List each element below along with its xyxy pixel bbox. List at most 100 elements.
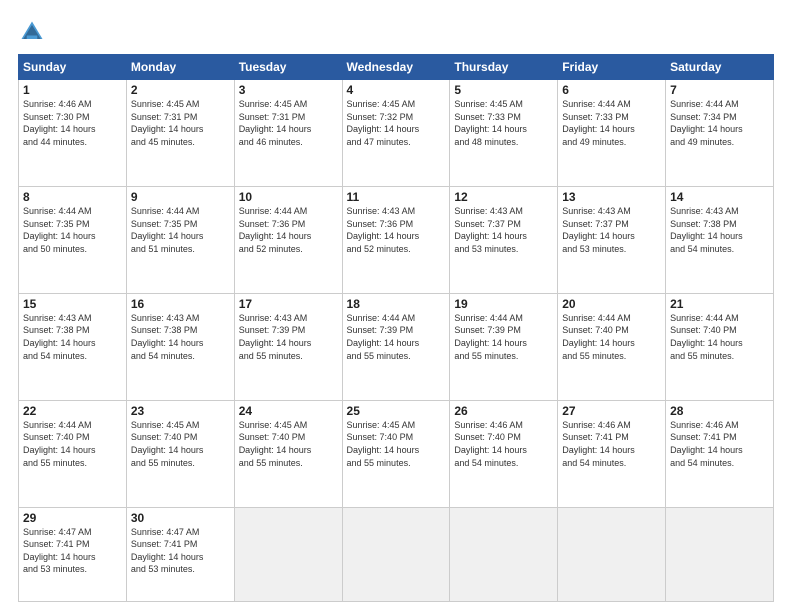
day-number: 17 (239, 297, 338, 311)
day-header: Saturday (666, 55, 774, 80)
day-header: Wednesday (342, 55, 450, 80)
day-cell: 6Sunrise: 4:44 AM Sunset: 7:33 PM Daylig… (558, 80, 666, 187)
day-cell: 4Sunrise: 4:45 AM Sunset: 7:32 PM Daylig… (342, 80, 450, 187)
day-info: Sunrise: 4:44 AM Sunset: 7:39 PM Dayligh… (454, 312, 553, 362)
day-number: 28 (670, 404, 769, 418)
day-number: 13 (562, 190, 661, 204)
header (18, 18, 774, 46)
day-info: Sunrise: 4:44 AM Sunset: 7:35 PM Dayligh… (23, 205, 122, 255)
day-info: Sunrise: 4:43 AM Sunset: 7:37 PM Dayligh… (562, 205, 661, 255)
day-cell: 23Sunrise: 4:45 AM Sunset: 7:40 PM Dayli… (126, 400, 234, 507)
day-number: 12 (454, 190, 553, 204)
day-number: 9 (131, 190, 230, 204)
day-cell: 1Sunrise: 4:46 AM Sunset: 7:30 PM Daylig… (19, 80, 127, 187)
day-info: Sunrise: 4:43 AM Sunset: 7:38 PM Dayligh… (131, 312, 230, 362)
day-info: Sunrise: 4:46 AM Sunset: 7:30 PM Dayligh… (23, 98, 122, 148)
day-info: Sunrise: 4:44 AM Sunset: 7:40 PM Dayligh… (23, 419, 122, 469)
day-cell: 24Sunrise: 4:45 AM Sunset: 7:40 PM Dayli… (234, 400, 342, 507)
day-info: Sunrise: 4:46 AM Sunset: 7:41 PM Dayligh… (562, 419, 661, 469)
day-number: 16 (131, 297, 230, 311)
day-cell (342, 507, 450, 601)
day-info: Sunrise: 4:45 AM Sunset: 7:40 PM Dayligh… (131, 419, 230, 469)
day-number: 2 (131, 83, 230, 97)
day-cell: 21Sunrise: 4:44 AM Sunset: 7:40 PM Dayli… (666, 293, 774, 400)
day-info: Sunrise: 4:44 AM Sunset: 7:40 PM Dayligh… (562, 312, 661, 362)
day-cell: 11Sunrise: 4:43 AM Sunset: 7:36 PM Dayli… (342, 186, 450, 293)
day-number: 14 (670, 190, 769, 204)
day-cell: 16Sunrise: 4:43 AM Sunset: 7:38 PM Dayli… (126, 293, 234, 400)
logo (18, 18, 50, 46)
day-cell: 5Sunrise: 4:45 AM Sunset: 7:33 PM Daylig… (450, 80, 558, 187)
day-info: Sunrise: 4:46 AM Sunset: 7:41 PM Dayligh… (670, 419, 769, 469)
day-number: 18 (347, 297, 446, 311)
day-cell: 2Sunrise: 4:45 AM Sunset: 7:31 PM Daylig… (126, 80, 234, 187)
day-info: Sunrise: 4:44 AM Sunset: 7:36 PM Dayligh… (239, 205, 338, 255)
day-info: Sunrise: 4:44 AM Sunset: 7:40 PM Dayligh… (670, 312, 769, 362)
day-info: Sunrise: 4:45 AM Sunset: 7:33 PM Dayligh… (454, 98, 553, 148)
day-cell: 17Sunrise: 4:43 AM Sunset: 7:39 PM Dayli… (234, 293, 342, 400)
day-header: Friday (558, 55, 666, 80)
day-number: 3 (239, 83, 338, 97)
day-number: 20 (562, 297, 661, 311)
day-info: Sunrise: 4:43 AM Sunset: 7:38 PM Dayligh… (670, 205, 769, 255)
day-cell: 20Sunrise: 4:44 AM Sunset: 7:40 PM Dayli… (558, 293, 666, 400)
day-info: Sunrise: 4:47 AM Sunset: 7:41 PM Dayligh… (23, 526, 122, 576)
day-number: 23 (131, 404, 230, 418)
day-cell: 27Sunrise: 4:46 AM Sunset: 7:41 PM Dayli… (558, 400, 666, 507)
day-info: Sunrise: 4:43 AM Sunset: 7:39 PM Dayligh… (239, 312, 338, 362)
day-number: 22 (23, 404, 122, 418)
day-cell: 15Sunrise: 4:43 AM Sunset: 7:38 PM Dayli… (19, 293, 127, 400)
day-header: Thursday (450, 55, 558, 80)
week-row: 29Sunrise: 4:47 AM Sunset: 7:41 PM Dayli… (19, 507, 774, 601)
logo-icon (18, 18, 46, 46)
day-number: 25 (347, 404, 446, 418)
day-number: 8 (23, 190, 122, 204)
week-row: 15Sunrise: 4:43 AM Sunset: 7:38 PM Dayli… (19, 293, 774, 400)
day-number: 15 (23, 297, 122, 311)
day-cell: 8Sunrise: 4:44 AM Sunset: 7:35 PM Daylig… (19, 186, 127, 293)
day-cell: 3Sunrise: 4:45 AM Sunset: 7:31 PM Daylig… (234, 80, 342, 187)
day-number: 11 (347, 190, 446, 204)
day-cell: 14Sunrise: 4:43 AM Sunset: 7:38 PM Dayli… (666, 186, 774, 293)
day-cell: 18Sunrise: 4:44 AM Sunset: 7:39 PM Dayli… (342, 293, 450, 400)
day-cell: 28Sunrise: 4:46 AM Sunset: 7:41 PM Dayli… (666, 400, 774, 507)
day-cell: 12Sunrise: 4:43 AM Sunset: 7:37 PM Dayli… (450, 186, 558, 293)
day-number: 19 (454, 297, 553, 311)
day-cell: 19Sunrise: 4:44 AM Sunset: 7:39 PM Dayli… (450, 293, 558, 400)
day-info: Sunrise: 4:45 AM Sunset: 7:31 PM Dayligh… (239, 98, 338, 148)
page: SundayMondayTuesdayWednesdayThursdayFrid… (0, 0, 792, 612)
day-cell: 13Sunrise: 4:43 AM Sunset: 7:37 PM Dayli… (558, 186, 666, 293)
day-header: Tuesday (234, 55, 342, 80)
day-number: 21 (670, 297, 769, 311)
day-cell: 30Sunrise: 4:47 AM Sunset: 7:41 PM Dayli… (126, 507, 234, 601)
day-info: Sunrise: 4:45 AM Sunset: 7:31 PM Dayligh… (131, 98, 230, 148)
day-cell (450, 507, 558, 601)
week-row: 8Sunrise: 4:44 AM Sunset: 7:35 PM Daylig… (19, 186, 774, 293)
day-info: Sunrise: 4:45 AM Sunset: 7:40 PM Dayligh… (239, 419, 338, 469)
day-info: Sunrise: 4:44 AM Sunset: 7:34 PM Dayligh… (670, 98, 769, 148)
day-cell: 7Sunrise: 4:44 AM Sunset: 7:34 PM Daylig… (666, 80, 774, 187)
day-cell: 29Sunrise: 4:47 AM Sunset: 7:41 PM Dayli… (19, 507, 127, 601)
day-number: 10 (239, 190, 338, 204)
day-number: 26 (454, 404, 553, 418)
day-number: 29 (23, 511, 122, 525)
day-info: Sunrise: 4:44 AM Sunset: 7:33 PM Dayligh… (562, 98, 661, 148)
day-number: 24 (239, 404, 338, 418)
day-header: Sunday (19, 55, 127, 80)
day-number: 6 (562, 83, 661, 97)
day-info: Sunrise: 4:43 AM Sunset: 7:37 PM Dayligh… (454, 205, 553, 255)
day-cell: 9Sunrise: 4:44 AM Sunset: 7:35 PM Daylig… (126, 186, 234, 293)
day-cell: 10Sunrise: 4:44 AM Sunset: 7:36 PM Dayli… (234, 186, 342, 293)
day-number: 1 (23, 83, 122, 97)
day-info: Sunrise: 4:43 AM Sunset: 7:38 PM Dayligh… (23, 312, 122, 362)
day-cell: 25Sunrise: 4:45 AM Sunset: 7:40 PM Dayli… (342, 400, 450, 507)
day-cell: 22Sunrise: 4:44 AM Sunset: 7:40 PM Dayli… (19, 400, 127, 507)
header-row: SundayMondayTuesdayWednesdayThursdayFrid… (19, 55, 774, 80)
day-number: 5 (454, 83, 553, 97)
day-info: Sunrise: 4:47 AM Sunset: 7:41 PM Dayligh… (131, 526, 230, 576)
calendar-table: SundayMondayTuesdayWednesdayThursdayFrid… (18, 54, 774, 602)
day-number: 27 (562, 404, 661, 418)
day-info: Sunrise: 4:46 AM Sunset: 7:40 PM Dayligh… (454, 419, 553, 469)
day-info: Sunrise: 4:44 AM Sunset: 7:39 PM Dayligh… (347, 312, 446, 362)
day-cell (558, 507, 666, 601)
